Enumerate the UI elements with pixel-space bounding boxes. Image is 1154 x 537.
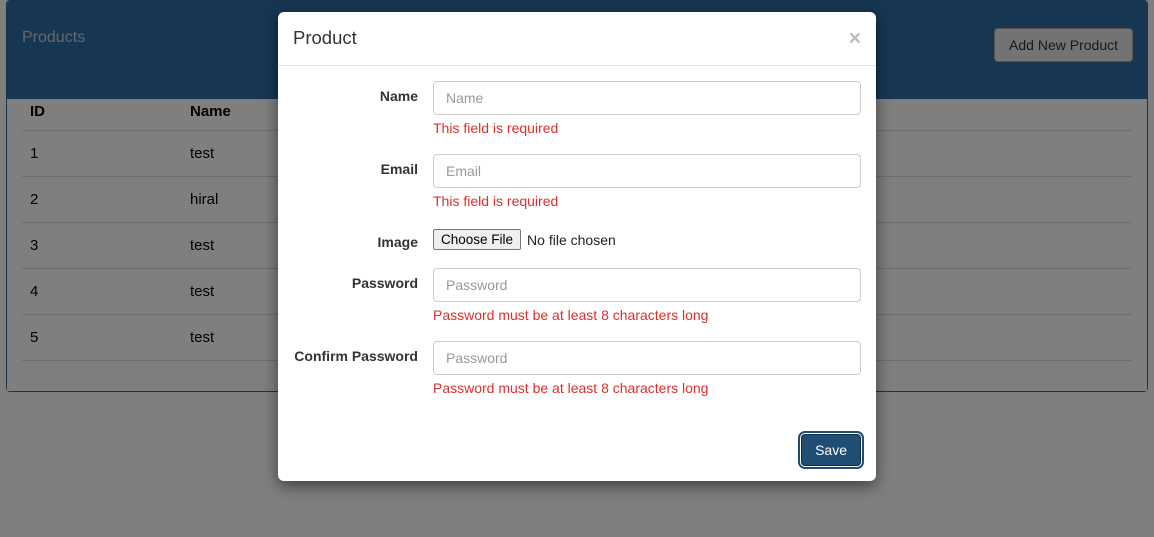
confirm-password-input[interactable]: [433, 341, 861, 375]
password-label: Password: [293, 268, 433, 291]
image-label: Image: [293, 227, 433, 250]
form-group-name: Name This field is required: [293, 81, 861, 136]
name-label: Name: [293, 81, 433, 104]
email-error: This field is required: [433, 193, 861, 209]
password-input[interactable]: [433, 268, 861, 302]
password-error: Password must be at least 8 characters l…: [433, 307, 861, 323]
form-group-password: Password Password must be at least 8 cha…: [293, 268, 861, 323]
name-error: This field is required: [433, 120, 861, 136]
close-icon[interactable]: ×: [849, 28, 861, 49]
modal-footer: Save: [278, 419, 876, 481]
form-group-confirm-password: Confirm Password Password must be at lea…: [293, 341, 861, 396]
confirm-password-label: Confirm Password: [293, 341, 433, 364]
modal-title: Product: [293, 27, 357, 49]
form-group-email: Email This field is required: [293, 154, 861, 209]
name-input[interactable]: [433, 81, 861, 115]
modal-overlay[interactable]: Product × Name This field is required Em…: [0, 0, 1154, 537]
modal-header: Product ×: [278, 12, 876, 66]
modal-body: Name This field is required Email This f…: [278, 66, 876, 419]
product-modal: Product × Name This field is required Em…: [278, 12, 876, 481]
form-group-image: Image Choose File No file chosen: [293, 227, 861, 250]
email-input[interactable]: [433, 154, 861, 188]
confirm-password-error: Password must be at least 8 characters l…: [433, 380, 861, 396]
choose-file-button[interactable]: Choose File: [433, 229, 521, 250]
file-status-text: No file chosen: [527, 232, 616, 248]
email-label: Email: [293, 154, 433, 177]
save-button[interactable]: Save: [801, 434, 861, 466]
